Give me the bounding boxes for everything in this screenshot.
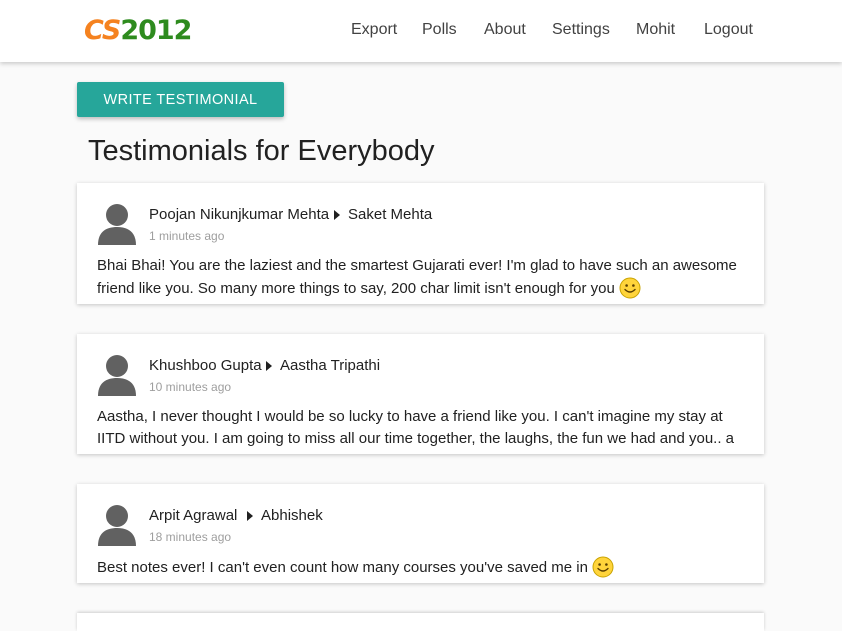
nav-user-profile[interactable]: Mohit: [636, 20, 675, 40]
testimonial-card: [77, 613, 764, 631]
avatar-icon: [98, 355, 136, 396]
arrow-right-icon: [266, 361, 272, 371]
testimonial-card: Khushboo Gupta Aastha Tripathi 10 minute…: [77, 334, 764, 454]
author-name[interactable]: Arpit Agrawal: [149, 507, 237, 525]
nav-export[interactable]: Export: [351, 20, 397, 40]
write-testimonial-button[interactable]: WRITE TESTIMONIAL: [77, 82, 284, 117]
smiley-icon: [592, 556, 614, 578]
timestamp: 18 minutes ago: [149, 530, 232, 544]
smiley-icon: [619, 277, 641, 299]
author-name[interactable]: Poojan Nikunjkumar Mehta: [149, 206, 329, 224]
avatar-icon: [98, 505, 136, 546]
message-text: Aastha, I never thought I would be so lu…: [97, 408, 735, 454]
logo-cs: CS: [84, 15, 121, 46]
nav-logout[interactable]: Logout: [704, 20, 753, 40]
nav-polls[interactable]: Polls: [422, 20, 457, 40]
message-text: Best notes ever! I can't even count how …: [97, 559, 588, 576]
testimonial-card: Poojan Nikunjkumar Mehta Saket Mehta 1 m…: [77, 183, 764, 304]
recipient-name[interactable]: Saket Mehta: [348, 206, 432, 224]
testimonial-message: Aastha, I never thought I would be so lu…: [97, 406, 747, 454]
arrow-right-icon: [247, 511, 253, 521]
recipient-name[interactable]: Aastha Tripathi: [280, 357, 380, 375]
timestamp: 1 minutes ago: [149, 229, 225, 243]
avatar-icon: [98, 204, 136, 245]
nav-settings[interactable]: Settings: [552, 20, 610, 40]
recipient-name[interactable]: Abhishek: [261, 507, 323, 525]
site-logo[interactable]: CS2012: [84, 14, 192, 48]
message-text: Bhai Bhai! You are the laziest and the s…: [97, 257, 737, 297]
testimonial-card: Arpit Agrawal Abhishek 18 minutes ago Be…: [77, 484, 764, 583]
navbar: CS2012 Export Polls About Settings Mohit…: [0, 0, 842, 62]
author-name[interactable]: Khushboo Gupta: [149, 357, 262, 375]
testimonial-message: Bhai Bhai! You are the laziest and the s…: [97, 255, 747, 300]
nav-about[interactable]: About: [484, 20, 526, 40]
page-title: Testimonials for Everybody: [88, 135, 435, 167]
logo-year: 2012: [120, 15, 192, 46]
arrow-right-icon: [334, 210, 340, 220]
testimonial-message: Best notes ever! I can't even count how …: [97, 556, 747, 579]
timestamp: 10 minutes ago: [149, 380, 232, 394]
